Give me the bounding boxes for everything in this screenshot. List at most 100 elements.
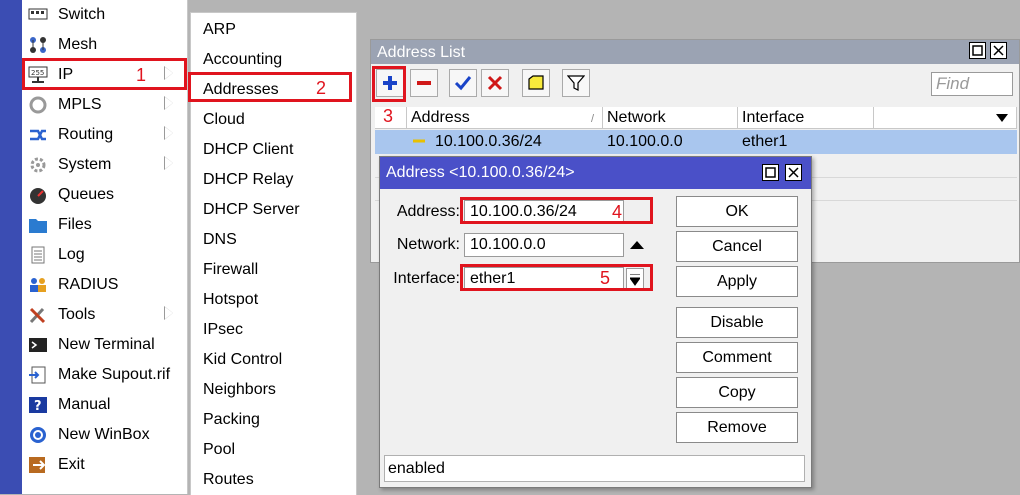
menu-item-mesh[interactable]: Mesh — [22, 30, 187, 60]
submenu-item-label: DHCP Server — [203, 201, 300, 218]
column-header-extra[interactable] — [874, 107, 1017, 129]
submenu-item-dhcp-client[interactable]: DHCP Client — [191, 135, 356, 165]
radius-users-icon — [30, 278, 46, 292]
menu-item-mpls[interactable]: MPLS — [22, 90, 187, 120]
cancel-button[interactable]: Cancel — [676, 231, 798, 262]
comment-button[interactable] — [522, 69, 550, 97]
submenu-item-accounting[interactable]: Accounting — [191, 45, 356, 75]
submenu-item-kid-control[interactable]: Kid Control — [191, 345, 356, 375]
address-entry-icon — [413, 139, 425, 143]
menu-item-queues[interactable]: Queues — [22, 180, 187, 210]
disable-button[interactable] — [481, 69, 509, 97]
folder-icon — [29, 219, 47, 233]
menu-item-switch[interactable]: Switch — [22, 0, 187, 30]
svg-text:?: ? — [34, 399, 42, 414]
submenu-item-dhcp-relay[interactable]: DHCP Relay — [191, 165, 356, 195]
filter-button[interactable] — [562, 69, 590, 97]
disable-button[interactable]: Disable — [676, 307, 798, 338]
menu-item-make-supout[interactable]: Make Supout.rif — [22, 360, 187, 390]
network-field[interactable]: 10.100.0.0 — [464, 233, 624, 257]
maximize-button[interactable] — [969, 42, 986, 59]
menu-item-label: Files — [58, 216, 92, 233]
sort-arrow-icon: / — [591, 113, 595, 125]
system-gear-icon — [30, 157, 46, 173]
menu-item-new-winbox[interactable]: New WinBox — [22, 420, 187, 450]
menu-item-files[interactable]: Files — [22, 210, 187, 240]
menu-item-label: Manual — [58, 396, 111, 413]
switch-icon — [28, 8, 48, 20]
submenu-item-ipsec[interactable]: IPsec — [191, 315, 356, 345]
supout-icon — [29, 366, 46, 384]
collapse-up-icon[interactable] — [630, 239, 644, 249]
winbox-sidebar-strip — [0, 0, 22, 494]
close-button[interactable] — [990, 42, 1007, 59]
menu-item-tools[interactable]: Tools — [22, 300, 187, 330]
enable-button[interactable] — [449, 69, 477, 97]
menu-item-label: Tools — [58, 306, 96, 323]
menu-item-routing[interactable]: Routing — [22, 120, 187, 150]
maximize-icon — [765, 167, 776, 178]
submenu-item-label: DHCP Relay — [203, 171, 294, 188]
address-dialog-title: Address <10.100.0.36/24> — [386, 164, 575, 181]
menu-item-new-terminal[interactable]: New Terminal — [22, 330, 187, 360]
menu-item-log[interactable]: Log — [22, 240, 187, 270]
dialog-close-button[interactable] — [785, 164, 802, 181]
menu-item-manual[interactable]: ? Manual — [22, 390, 187, 420]
apply-button[interactable]: Apply — [676, 266, 798, 297]
submenu-item-dhcp-server[interactable]: DHCP Server — [191, 195, 356, 225]
address-label: Address: — [396, 203, 460, 220]
annotation-box-ip — [22, 58, 187, 90]
column-header-interface[interactable]: Interface — [738, 107, 874, 129]
column-header-address[interactable]: Address / — [407, 107, 603, 129]
find-input[interactable]: Find — [931, 72, 1013, 96]
submenu-item-firewall[interactable]: Firewall — [191, 255, 356, 285]
menu-item-label: Mesh — [58, 36, 98, 53]
menu-item-label: Queues — [58, 186, 115, 203]
submenu-item-label: ARP — [203, 21, 236, 38]
winbox-icon — [30, 427, 46, 443]
submenu-item-label: Routes — [203, 471, 254, 488]
log-icon — [31, 246, 45, 264]
manual-help-icon: ? — [29, 397, 47, 414]
column-header-network[interactable]: Network — [603, 107, 738, 129]
ok-button[interactable]: OK — [676, 196, 798, 227]
menu-item-exit[interactable]: Exit — [22, 450, 187, 480]
submenu-item-label: DNS — [203, 231, 237, 248]
dialog-maximize-button[interactable] — [762, 164, 779, 181]
address-list-titlebar[interactable]: Address List — [371, 40, 1019, 64]
note-icon — [528, 75, 544, 90]
submenu-item-dns[interactable]: DNS — [191, 225, 356, 255]
address-dialog-titlebar[interactable]: Address <10.100.0.36/24> — [380, 157, 811, 189]
submenu-item-packing[interactable]: Packing — [191, 405, 356, 435]
menu-item-label: New Terminal — [58, 336, 155, 353]
submenu-item-hotspot[interactable]: Hotspot — [191, 285, 356, 315]
submenu-item-cloud[interactable]: Cloud — [191, 105, 356, 135]
comment-button[interactable]: Comment — [676, 342, 798, 373]
close-icon — [788, 167, 799, 178]
remove-button[interactable]: Remove — [676, 412, 798, 443]
annotation-box-addresses — [188, 72, 352, 102]
menu-item-system[interactable]: System — [22, 150, 187, 180]
submenu-item-arp[interactable]: ARP — [191, 15, 356, 45]
remove-button[interactable] — [410, 69, 438, 97]
annotation-box-address-field — [460, 197, 653, 224]
cross-icon — [487, 75, 503, 91]
submenu-item-label: Neighbors — [203, 381, 276, 398]
check-icon — [454, 76, 472, 91]
menu-item-label: MPLS — [58, 96, 102, 113]
submenu-arrow-icon — [164, 96, 173, 110]
table-row[interactable]: 10.100.0.36/24 10.100.0.0 ether1 — [375, 130, 1017, 154]
annotation-number-4: 4 — [612, 202, 623, 222]
menu-item-label: Log — [58, 246, 85, 263]
copy-button[interactable]: Copy — [676, 377, 798, 408]
cell-address: 10.100.0.36/24 — [435, 133, 542, 150]
submenu-item-routes[interactable]: Routes — [191, 465, 356, 495]
submenu-item-label: Hotspot — [203, 291, 259, 308]
submenu-item-neighbors[interactable]: Neighbors — [191, 375, 356, 405]
exit-icon — [29, 457, 46, 473]
menu-item-radius[interactable]: RADIUS — [22, 270, 187, 300]
submenu-item-pool[interactable]: Pool — [191, 435, 356, 465]
tools-icon — [29, 307, 46, 324]
submenu-item-label: Firewall — [203, 261, 259, 278]
submenu-item-label: Kid Control — [203, 351, 283, 368]
